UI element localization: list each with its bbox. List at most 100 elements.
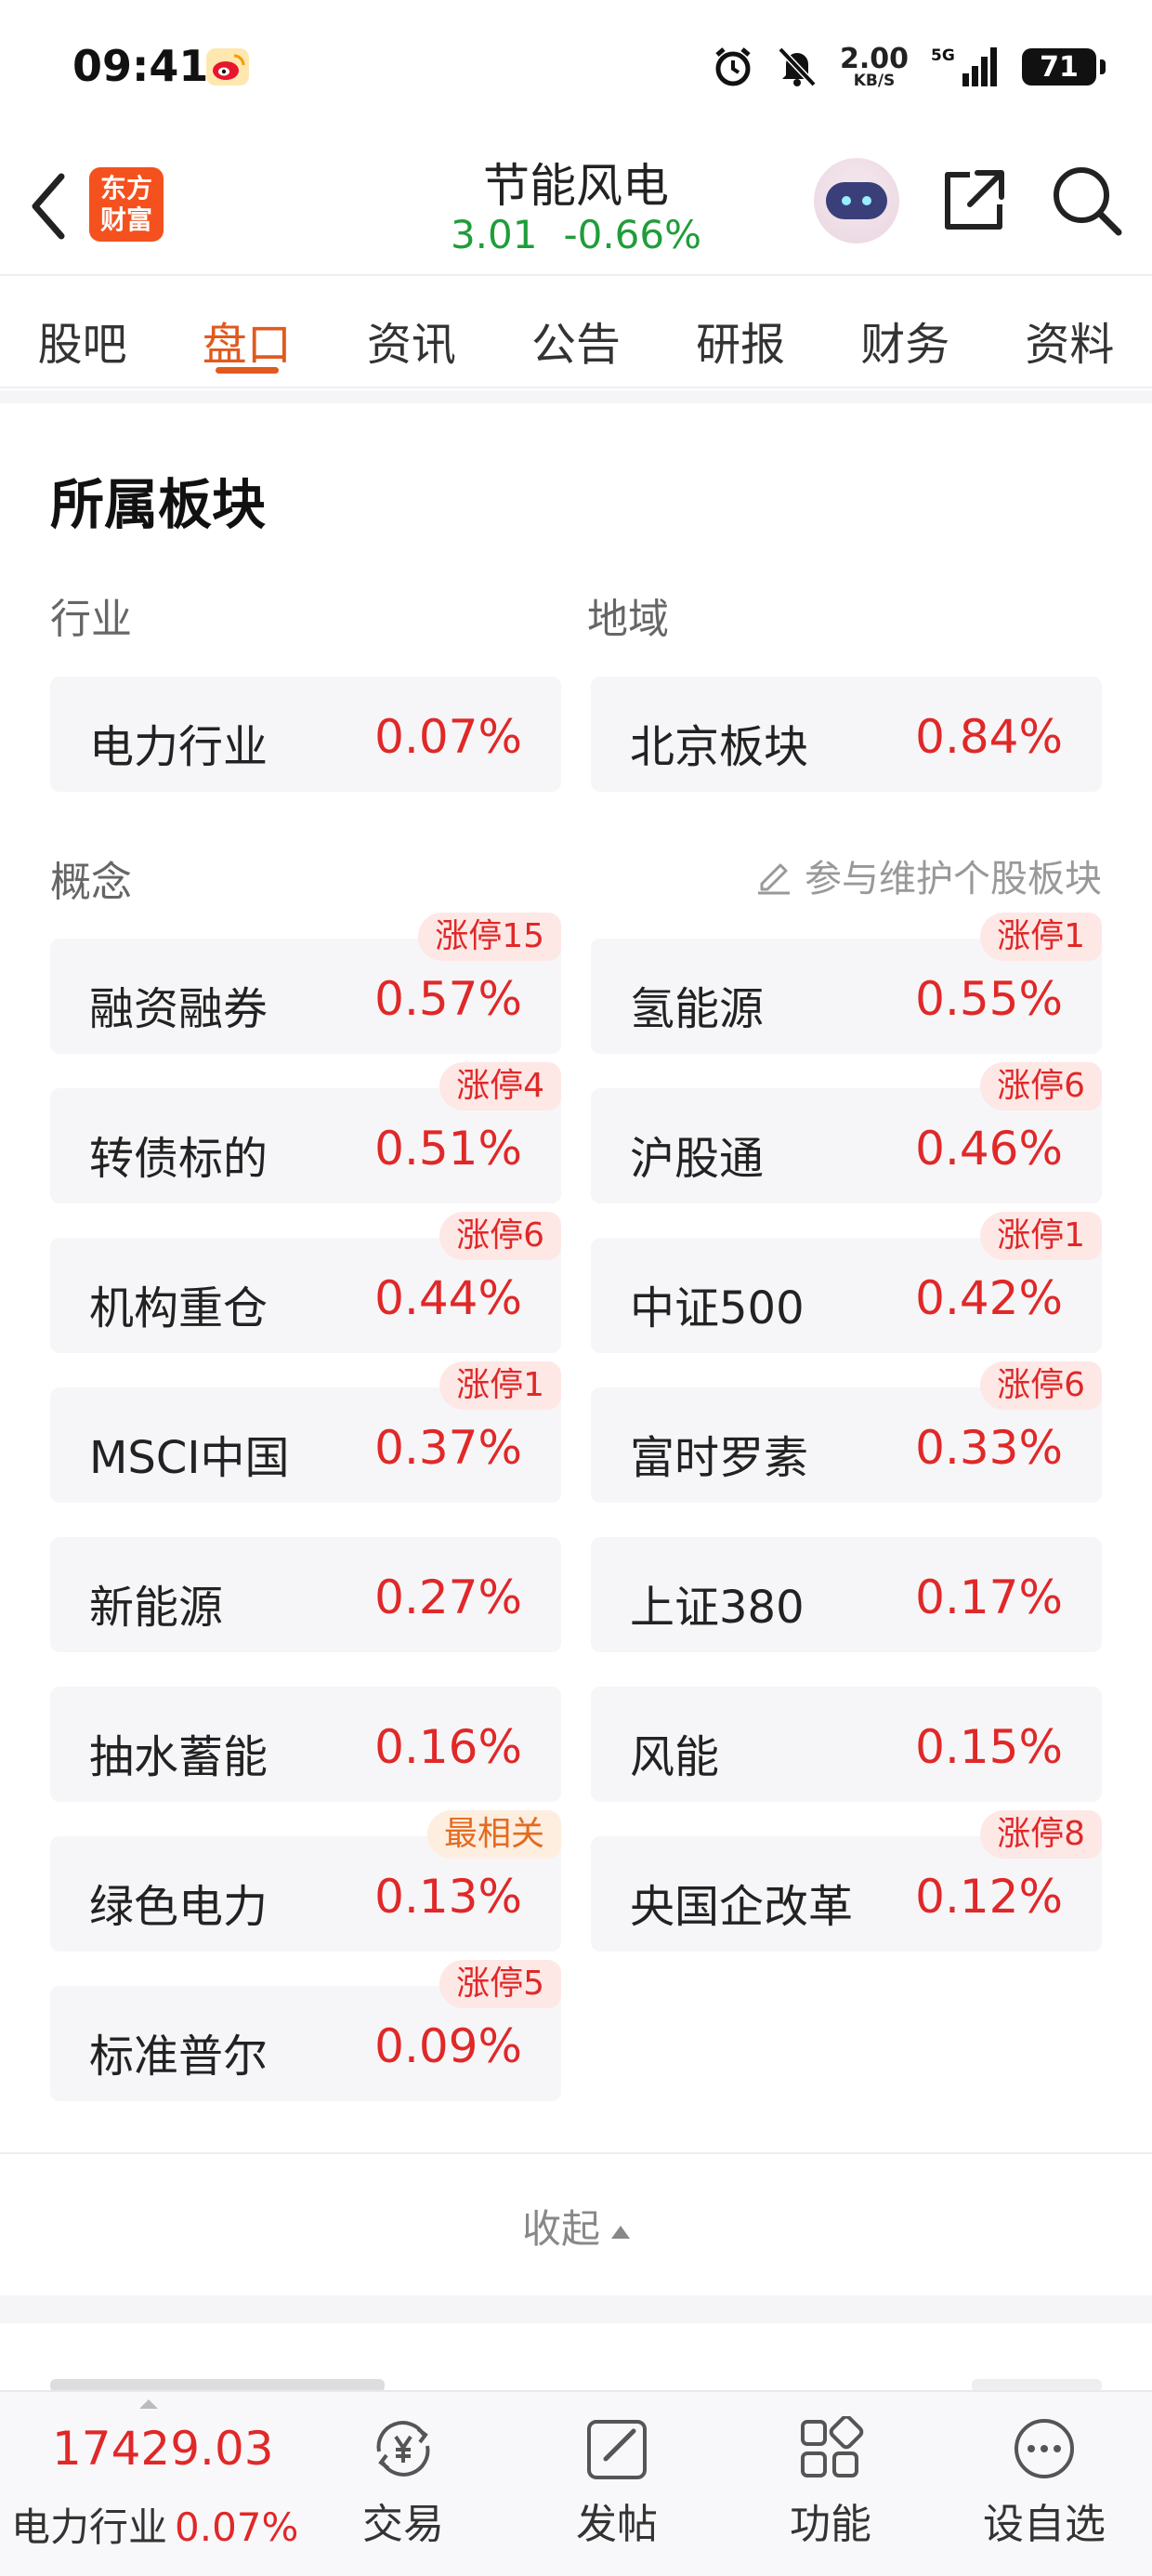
sector-name: MSCI中国 — [89, 1432, 290, 1484]
limit-up-badge: 涨停6 — [980, 1361, 1102, 1410]
concept-card[interactable]: 绿色电力 0.13% 最相关 — [50, 1810, 561, 1952]
industry-label: 行业 — [50, 596, 132, 643]
stock-price: 3.01 — [450, 212, 538, 257]
index-value[interactable]: 17429.03 — [52, 2422, 274, 2476]
sector-pct: 0.46% — [915, 1122, 1063, 1176]
concept-card[interactable]: 标准普尔 0.09% 涨停5 — [50, 1960, 561, 2101]
sector-pct: 0.42% — [915, 1271, 1063, 1325]
sector-name: 沪股通 — [630, 1133, 765, 1185]
sector-name: 新能源 — [89, 1582, 224, 1634]
limit-up-badge: 涨停5 — [439, 1960, 561, 2008]
more-icon — [1015, 2419, 1074, 2478]
collapse-button[interactable]: 收起 — [0, 2198, 1152, 2254]
concept-card[interactable]: 上证380 0.17% — [591, 1537, 1102, 1652]
industry-card[interactable]: 电力行业 0.07% — [50, 677, 561, 792]
battery-icon: 71 — [1022, 48, 1106, 85]
search-icon[interactable] — [1050, 164, 1124, 238]
status-bar: 09:41 2.00 KB/S 5G 71 — [0, 0, 1152, 139]
sector-pct: 0.51% — [374, 1122, 522, 1176]
sector-name: 富时罗素 — [630, 1432, 809, 1484]
yen-cycle-icon — [376, 2421, 430, 2477]
concept-card[interactable]: 融资融券 0.57% 涨停15 — [50, 913, 561, 1054]
concept-card[interactable]: 转债标的 0.51% 涨停4 — [50, 1062, 561, 1203]
sector-pct: 0.15% — [915, 1720, 1063, 1774]
sector-name: 标准普尔 — [89, 2031, 268, 2083]
post-button[interactable]: 发帖 — [543, 2403, 691, 2561]
limit-up-badge: 最相关 — [426, 1810, 561, 1859]
maintain-sectors-link[interactable]: 参与维护个股板块 — [754, 848, 1102, 902]
divider — [0, 2152, 1152, 2154]
concept-card[interactable]: 氢能源 0.55% 涨停1 — [591, 913, 1102, 1054]
region-label: 地域 — [587, 596, 669, 643]
tab-profile[interactable]: 资料 — [988, 276, 1152, 387]
tab-pankou[interactable]: 盘口 — [164, 276, 329, 387]
concept-card[interactable]: 富时罗素 0.33% 涨停6 — [591, 1361, 1102, 1503]
signal-5g-icon: 5G — [931, 46, 997, 86]
triangle-up-icon — [611, 2225, 630, 2239]
bottom-bar: 17429.03 电力行业 0.07% 交易 发帖 功能 设自选 — [0, 2390, 1152, 2576]
concept-card[interactable]: 抽水蓄能 0.16% — [50, 1687, 561, 1802]
weibo-icon — [206, 48, 249, 85]
sector-pct: 0.57% — [374, 972, 522, 1026]
sector-name: 氢能源 — [630, 983, 765, 1035]
sector-name: 中证500 — [630, 1282, 805, 1334]
edit-post-icon — [587, 2420, 647, 2479]
limit-up-badge: 涨停6 — [980, 1062, 1102, 1111]
svg-text:5G: 5G — [931, 46, 955, 65]
concept-card[interactable]: 风能 0.15% — [591, 1687, 1102, 1802]
concept-label: 概念 — [50, 859, 132, 906]
trade-button[interactable]: 交易 — [329, 2403, 478, 2561]
tab-announcements[interactable]: 公告 — [493, 276, 658, 387]
limit-up-badge: 涨停6 — [439, 1212, 561, 1260]
sector-name: 北京板块 — [630, 721, 809, 773]
tab-bar: 股吧 盘口 资讯 公告 研报 财务 资料 — [0, 274, 1152, 388]
section-gap — [0, 390, 1152, 403]
sector-pct: 0.07% — [374, 710, 522, 764]
limit-up-badge: 涨停8 — [980, 1810, 1102, 1859]
sector-pct: 0.16% — [374, 1720, 522, 1774]
sector-pct: 0.12% — [915, 1870, 1063, 1924]
tab-research[interactable]: 研报 — [659, 276, 823, 387]
add-watchlist-button[interactable]: 设自选 — [970, 2403, 1119, 2561]
alarm-icon — [715, 47, 751, 86]
mute-bell-icon — [778, 46, 817, 87]
concept-card[interactable]: 沪股通 0.46% 涨停6 — [591, 1062, 1102, 1203]
tab-news[interactable]: 资讯 — [329, 276, 493, 387]
section-gap — [0, 2295, 1152, 2323]
limit-up-badge: 涨停1 — [439, 1361, 561, 1410]
sector-pct: 0.84% — [915, 710, 1063, 764]
concept-card[interactable]: 机构重仓 0.44% 涨停6 — [50, 1212, 561, 1353]
stock-change: -0.66% — [563, 212, 702, 257]
sector-name: 上证380 — [630, 1582, 805, 1634]
share-icon[interactable] — [938, 165, 1009, 236]
ai-assistant-icon[interactable] — [814, 158, 899, 243]
tab-guba[interactable]: 股吧 — [0, 276, 164, 387]
sector-pct: 0.09% — [374, 2019, 522, 2073]
index-name[interactable]: 电力行业 0.07% — [11, 2496, 298, 2553]
section-title: 所属板块 — [50, 473, 267, 536]
sector-name: 央国企改革 — [630, 1881, 854, 1933]
sector-name: 机构重仓 — [89, 1282, 268, 1334]
sector-pct: 0.44% — [374, 1271, 522, 1325]
edit-icon — [758, 863, 790, 895]
concept-card[interactable]: 中证500 0.42% 涨停1 — [591, 1212, 1102, 1353]
sector-pct: 0.13% — [374, 1870, 522, 1924]
sector-pct: 0.33% — [915, 1421, 1063, 1475]
functions-button[interactable]: 功能 — [756, 2403, 905, 2561]
concept-card[interactable]: 央国企改革 0.12% 涨停8 — [591, 1810, 1102, 1952]
net-speed: 2.00 KB/S — [839, 42, 909, 90]
sector-name: 绿色电力 — [89, 1881, 268, 1933]
limit-up-badge: 涨停1 — [980, 913, 1102, 961]
sector-name: 抽水蓄能 — [89, 1731, 268, 1783]
sector-name: 融资融券 — [89, 983, 268, 1035]
sector-name: 电力行业 — [89, 721, 268, 773]
concept-card[interactable]: 新能源 0.27% — [50, 1537, 561, 1652]
sector-pct: 0.27% — [374, 1571, 522, 1624]
stock-header: 东方财富 节能风电 3.01 -0.66% — [0, 139, 1152, 274]
expand-arrow-icon[interactable] — [137, 2398, 160, 2411]
region-card[interactable]: 北京板块 0.84% — [591, 677, 1102, 792]
limit-up-badge: 涨停15 — [418, 913, 561, 961]
concept-card[interactable]: MSCI中国 0.37% 涨停1 — [50, 1361, 561, 1503]
tab-finance[interactable]: 财务 — [823, 276, 988, 387]
sector-pct: 0.17% — [915, 1571, 1063, 1624]
